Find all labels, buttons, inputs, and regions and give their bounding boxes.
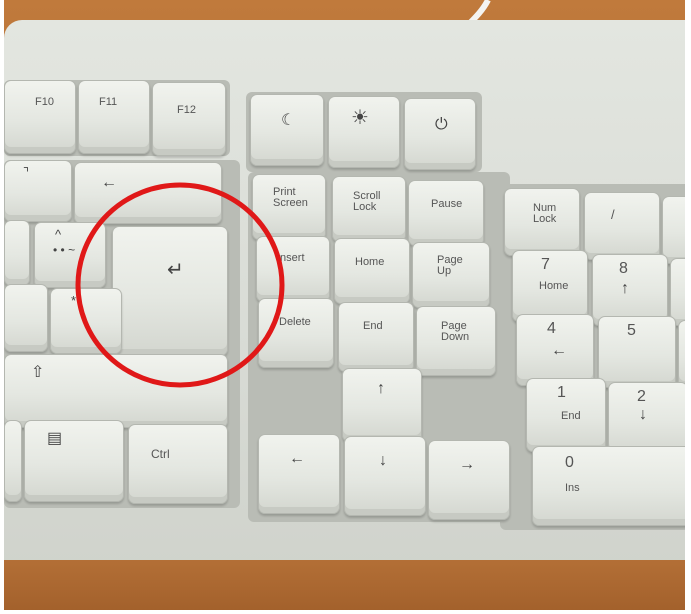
keyboard-photo: F10 F11 F12 ☾ ☀ ⏻ ⌝ ← ^ • • ~ ↵ * ⇧ ▤ Ct… [0, 0, 691, 614]
scroll-lock-key[interactable]: Scroll Lock [332, 176, 406, 242]
f11-key[interactable]: F11 [78, 80, 150, 154]
dots-symbol-icon: • • ~ [53, 243, 76, 257]
caret-symbol-icon: ^ [55, 227, 62, 242]
numpad-up-arrow-icon: ↑ [621, 280, 629, 297]
menu-key[interactable]: ▤ [24, 420, 124, 502]
f12-key-label: F12 [177, 104, 196, 116]
numpad-7-label: 7 [541, 256, 550, 273]
arrow-left-icon: ← [289, 450, 305, 467]
end-key[interactable]: End [338, 302, 414, 372]
numpad-slash-label: / [611, 207, 615, 222]
numpad-slash-key[interactable]: / [584, 192, 660, 260]
image-border-bottom [0, 610, 691, 614]
end-label: End [363, 320, 383, 332]
partial-key-2[interactable] [4, 284, 48, 352]
numpad-1-label: 1 [557, 384, 566, 401]
numpad-down-arrow-icon: ↓ [639, 406, 647, 423]
wake-key[interactable]: ☀ [328, 96, 400, 168]
num-lock-label: Num Lock [533, 202, 557, 225]
numpad-0-key[interactable]: 0 Ins [532, 446, 691, 526]
highlight-circle [75, 182, 285, 388]
moon-icon: ☾ [281, 112, 296, 129]
arrow-left-key[interactable]: ← [258, 434, 340, 514]
pause-label: Pause [431, 198, 463, 210]
power-icon: ⏻ [435, 116, 448, 133]
arrow-up-key[interactable]: ↑ [342, 368, 422, 442]
home-label: Home [355, 256, 385, 268]
numpad-2-key[interactable]: 2 ↓ [608, 382, 688, 456]
ctrl-key[interactable]: Ctrl [128, 424, 228, 504]
numpad-8-label: 8 [619, 260, 628, 277]
numpad-0-sub-label: Ins [565, 482, 580, 494]
numpad-7-sub-label: Home [539, 280, 569, 292]
arrow-right-key[interactable]: → [428, 440, 510, 520]
f10-key[interactable]: F10 [4, 80, 76, 154]
numpad-5-label: 5 [627, 322, 636, 339]
menu-icon: ▤ [47, 430, 63, 447]
image-border-right [685, 0, 691, 614]
numpad-0-label: 0 [565, 454, 574, 471]
numpad-7-key[interactable]: 7 Home [512, 250, 588, 322]
numpad-5-key[interactable]: 5 [598, 316, 676, 388]
arrow-down-icon: ↓ [379, 452, 387, 469]
f10-key-label: F10 [35, 96, 54, 108]
pause-key[interactable]: Pause [408, 180, 484, 246]
page-down-label: Page Down [441, 320, 470, 343]
f11-key-label: F11 [99, 96, 118, 108]
image-border-left [0, 0, 4, 614]
home-key[interactable]: Home [334, 238, 410, 304]
numpad-1-sub-label: End [561, 410, 581, 422]
partial-key[interactable] [4, 220, 30, 286]
numpad-1-key[interactable]: 1 End [526, 378, 606, 452]
numpad-4-label: 4 [547, 320, 556, 337]
sunrise-icon: ☀ [351, 107, 369, 129]
arrow-up-icon: ↑ [377, 380, 385, 397]
f12-key[interactable]: F12 [152, 82, 226, 156]
page-down-key[interactable]: Page Down [416, 306, 496, 376]
numpad-2-label: 2 [637, 388, 646, 405]
page-up-key[interactable]: Page Up [412, 242, 490, 308]
sleep-key[interactable]: ☾ [250, 94, 324, 166]
ctrl-key-label: Ctrl [151, 447, 170, 461]
desk-surface [0, 560, 691, 614]
numpad-4-key[interactable]: 4 ← [516, 314, 594, 386]
scroll-lock-label: Scroll Lock [353, 190, 381, 213]
power-key[interactable]: ⏻ [404, 98, 476, 170]
arrow-down-key[interactable]: ↓ [344, 436, 426, 516]
arrow-right-icon: → [459, 456, 475, 473]
shift-arrow-icon: ⇧ [31, 364, 45, 381]
bracket-key[interactable]: ⌝ [4, 160, 72, 222]
bracket-symbol-icon: ⌝ [23, 165, 30, 180]
partial-key-3[interactable] [4, 420, 22, 502]
page-up-label: Page Up [437, 254, 463, 277]
num-lock-key[interactable]: Num Lock [504, 188, 580, 256]
numpad-left-arrow-icon: ← [551, 342, 567, 359]
